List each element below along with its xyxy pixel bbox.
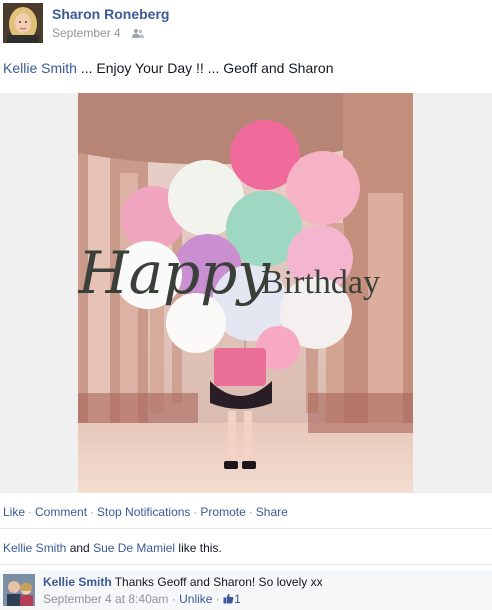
- friends-icon[interactable]: [132, 28, 144, 38]
- birthday-photo-image: Happy Birthday: [78, 93, 413, 493]
- commenter-line: Kellie Smith Thanks Geoff and Sharon! So …: [43, 575, 323, 589]
- thumbs-up-icon[interactable]: [223, 593, 234, 604]
- overlay-birthday-text: Birthday: [261, 264, 380, 301]
- birthday-photo[interactable]: Happy Birthday: [78, 93, 413, 493]
- unlike-link[interactable]: Unlike: [179, 592, 212, 606]
- comment-item: Kellie Smith Thanks Geoff and Sharon! So …: [0, 570, 492, 610]
- comment-time[interactable]: September 4 at 8:40am: [43, 592, 168, 606]
- likes-summary: Kellie Smith and Sue De Mamiel like this…: [3, 541, 222, 555]
- comment-link[interactable]: Comment: [35, 505, 87, 519]
- divider: [0, 528, 492, 529]
- photo-container: Happy Birthday: [0, 93, 492, 493]
- action-separator: ·: [90, 505, 95, 519]
- meta-separator: ·: [171, 592, 176, 606]
- stop-notifications-link[interactable]: Stop Notifications: [97, 505, 190, 519]
- author-name[interactable]: Sharon Roneberg: [52, 6, 169, 22]
- like-link[interactable]: Like: [3, 505, 25, 519]
- liker-link-1[interactable]: Kellie Smith: [3, 541, 66, 555]
- action-separator: ·: [28, 505, 33, 519]
- promote-link[interactable]: Promote: [200, 505, 245, 519]
- action-separator: ·: [193, 505, 198, 519]
- author-avatar-image: [3, 3, 43, 43]
- share-link[interactable]: Share: [256, 505, 288, 519]
- action-separator: ·: [248, 505, 253, 519]
- post-message: Kellie Smith ... Enjoy Your Day !! ... G…: [3, 60, 334, 76]
- divider: [0, 564, 492, 565]
- comment-text: Thanks Geoff and Sharon! So lovely xx: [114, 575, 323, 589]
- post-date[interactable]: September 4: [52, 26, 121, 40]
- post-message-text: ... Enjoy Your Day !! ... Geoff and Shar…: [76, 60, 334, 76]
- mention-link[interactable]: Kellie Smith: [3, 60, 77, 76]
- post-header: Sharon Roneberg September 4: [0, 0, 492, 50]
- commenter-avatar[interactable]: [3, 574, 35, 606]
- liker-link-2[interactable]: Sue De Mamiel: [93, 541, 175, 555]
- comment-meta: September 4 at 8:40am · Unlike · 1: [43, 592, 241, 606]
- comment-like-count[interactable]: 1: [234, 592, 241, 606]
- likes-suffix: like this.: [175, 541, 222, 555]
- post-actions: Like · Comment · Stop Notifications · Promote ·…: [3, 505, 288, 519]
- likes-conj: and: [66, 541, 94, 555]
- commenter-name[interactable]: Kellie Smith: [43, 575, 112, 589]
- author-avatar[interactable]: [3, 3, 43, 43]
- meta-separator: ·: [215, 592, 220, 606]
- commenter-avatar-image: [3, 574, 35, 606]
- overlay-script-text: Happy: [78, 239, 271, 307]
